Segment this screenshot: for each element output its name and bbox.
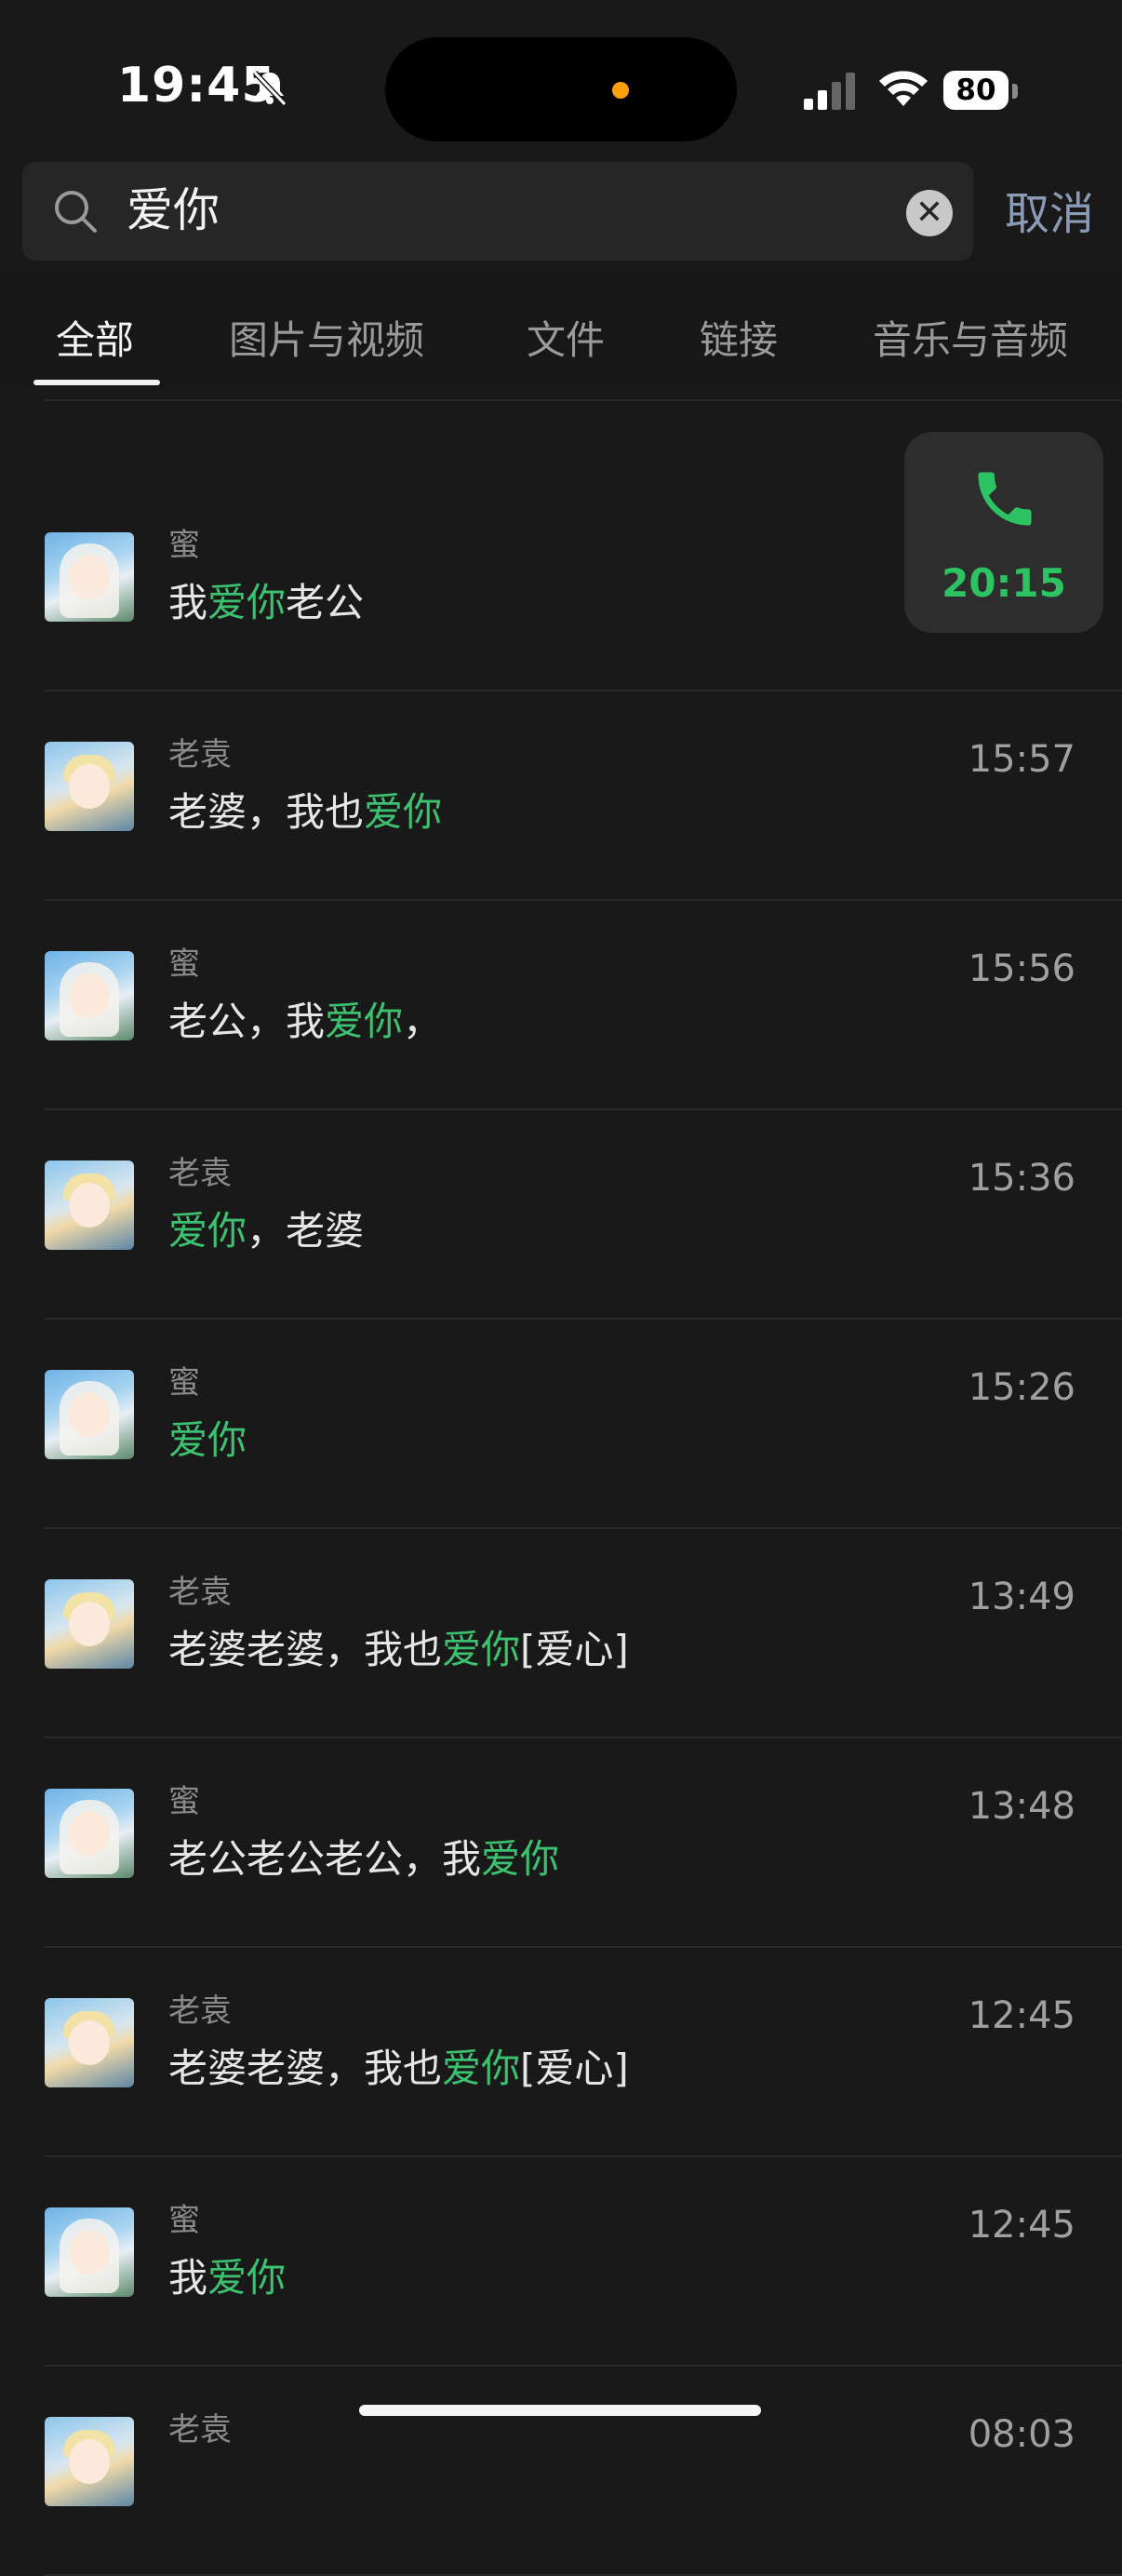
keyword-highlight: 爱你 [481,1836,560,1882]
result-row[interactable]: 老袁老婆老婆，我也爱你[爱心] 12:45 [0,1948,1122,2157]
keyword-highlight: 爱你 [168,1208,247,1254]
result-row[interactable]: 老袁老婆，我也爱你 15:57 [0,691,1122,901]
keyword-highlight: 爱你 [442,2046,521,2091]
message-text: 老婆，我也 [168,789,365,835]
keyword-highlight: 爱你 [442,1627,521,1672]
result-row[interactable]: 老袁老婆老婆，我也爱你[爱心] 13:49 [0,1529,1122,1738]
tab-all[interactable]: 全部 [56,316,134,365]
avatar [45,1579,134,1669]
message-time: 15:36 [968,1157,1075,1200]
message-time: 12:45 [968,2204,1075,2247]
result-row[interactable]: 老袁爱你，老婆 15:36 [0,1110,1122,1320]
message-snippet: 爱你，老婆 [168,1205,364,1257]
active-tab-indicator [33,380,160,385]
battery-level: 80 [943,71,1008,110]
sender-name: 老袁 [168,1574,232,1611]
result-row[interactable]: 蜜老公老公老公，我爱你 13:48 [0,1738,1122,1948]
phone-icon [978,472,1032,526]
clear-search-button[interactable]: ✕ [906,190,953,236]
search-input[interactable]: 爱你 ✕ [22,162,973,261]
search-query[interactable]: 爱你 [127,182,220,238]
message-text: [爱心] [520,1627,629,1672]
home-indicator[interactable] [359,2405,761,2416]
message-snippet: 老公，我爱你， [168,996,442,1048]
privacy-indicator-dot [612,82,629,99]
sender-name: 蜜 [168,2202,200,2239]
message-time: 15:57 [968,738,1075,781]
result-row[interactable]: 蜜我爱你 12:45 [0,2157,1122,2367]
call-duration: 20:15 [942,560,1066,606]
message-text: 老公 [286,580,365,625]
search-bar: 爱你 ✕ 取消 [0,158,1122,270]
message-text: ， [403,999,443,1044]
tab-images-videos[interactable]: 图片与视频 [229,316,424,365]
message-text: 老公，我 [168,999,326,1044]
sender-name: 蜜 [168,527,200,564]
dynamic-island [385,37,737,141]
message-time: 15:26 [968,1366,1075,1409]
message-snippet: 老婆老婆，我也爱你[爱心] [168,2043,629,2095]
tab-links[interactable]: 链接 [700,316,778,365]
cellular-signal-icon [804,73,855,110]
sender-name: 蜜 [168,1364,200,1402]
avatar [45,951,134,1040]
message-snippet: 我爱你 [168,2252,286,2304]
message-text: 老婆老婆，我也 [168,2046,443,2091]
avatar [45,1998,134,2087]
result-row[interactable]: 蜜老公，我爱你， 15:56 [0,901,1122,1110]
message-time: 13:49 [968,1576,1075,1618]
sender-name: 蜜 [168,946,200,983]
message-text: ，老婆 [247,1208,365,1254]
row-divider [45,399,1122,401]
ongoing-call-widget[interactable]: 20:15 [904,432,1103,633]
muted-bell-icon [252,70,287,107]
result-row[interactable]: 蜜爱你 15:26 [0,1320,1122,1529]
message-time: 12:45 [968,1994,1075,2037]
message-text: [爱心] [520,2046,629,2091]
keyword-highlight: 爱你 [207,2255,287,2301]
message-text: 我 [168,580,208,625]
message-time: 13:48 [968,1785,1075,1828]
message-snippet: 爱你 [168,1415,247,1467]
avatar [45,2207,134,2297]
cancel-button[interactable]: 取消 [1005,186,1094,242]
battery-cap [1012,84,1018,99]
message-text: 老公老公老公，我 [168,1836,482,1882]
avatar [45,1789,134,1878]
keyword-highlight: 爱你 [207,580,287,625]
avatar [45,532,134,622]
filter-tabs: 全部 图片与视频 文件 链接 音乐与音频 [0,270,1122,389]
keyword-highlight: 爱你 [364,789,443,835]
status-bar: 19:45 80 [0,0,1122,158]
sender-name: 老袁 [168,1992,232,2030]
sender-name: 老袁 [168,2411,232,2449]
avatar [45,1161,134,1250]
sender-name: 老袁 [168,1155,232,1192]
search-icon [55,191,97,233]
result-row[interactable]: 老袁 08:03 [0,2367,1122,2576]
message-snippet: 我爱你老公 [168,577,364,629]
tab-music-audio[interactable]: 音乐与音频 [873,316,1068,365]
message-time: 08:03 [968,2413,1075,2456]
keyword-highlight: 爱你 [168,1417,247,1463]
avatar [45,1370,134,1459]
message-text: 老婆老婆，我也 [168,1627,443,1672]
wifi-icon [879,71,928,106]
keyword-highlight: 爱你 [325,999,404,1044]
sender-name: 蜜 [168,1783,200,1820]
message-text: 我 [168,2255,208,2301]
tab-files[interactable]: 文件 [527,316,605,365]
message-snippet: 老公老公老公，我爱你 [168,1833,559,1885]
avatar [45,2417,134,2506]
message-time: 15:56 [968,947,1075,990]
message-snippet: 老婆老婆，我也爱你[爱心] [168,1624,629,1676]
sender-name: 老袁 [168,736,232,773]
avatar [45,742,134,831]
message-snippet: 老婆，我也爱你 [168,786,442,839]
